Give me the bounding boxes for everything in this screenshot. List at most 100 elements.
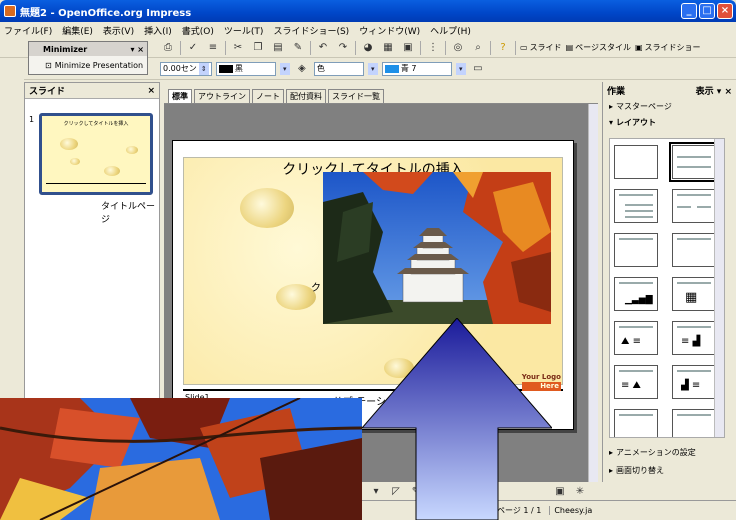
chevron-down-icon[interactable]: ▾ [455, 62, 466, 75]
table-icon[interactable]: ▦ [380, 40, 396, 56]
page-style-icon: ▤ [565, 43, 574, 52]
minimize-icon: ⊡ [45, 60, 52, 70]
slide-body-placeholder[interactable]: ク [311, 279, 321, 294]
fill-bucket-icon[interactable]: ◈ [294, 61, 310, 77]
menu-file[interactable]: ファイル(F) [4, 24, 52, 37]
menu-insert[interactable]: 挿入(I) [144, 24, 172, 37]
slide-thumbnail[interactable]: クリックしてタイトルを挿入 [39, 113, 153, 195]
slide-transition-section[interactable]: ▸ 画面切り替え [609, 462, 729, 478]
layout-text-chart[interactable]: ≡ ▟ [672, 321, 716, 355]
layout-title-only[interactable] [614, 233, 658, 267]
minimizer-title-bar[interactable]: Minimizer ▾ × [29, 42, 147, 56]
toolbar-separator [420, 40, 421, 55]
custom-animation-section[interactable]: ▸ アニメーションの設定 [609, 444, 729, 460]
layout-chart-text[interactable]: ▟ ≡ [672, 365, 716, 399]
menu-tools[interactable]: ツール(T) [224, 24, 264, 37]
layout-centered-text[interactable] [672, 233, 716, 267]
line-color-swatch [218, 64, 233, 73]
gallery-icon[interactable]: ▣ [400, 40, 416, 56]
view-tabs: 標準 アウトライン ノート 配付資料 スライド一覧 [164, 88, 598, 104]
menu-view[interactable]: 表示(V) [103, 24, 134, 37]
chart-icon[interactable]: ◕ [360, 40, 376, 56]
master-pages-section[interactable]: ▸ マスターページ [603, 98, 736, 114]
help-icon[interactable]: ? [495, 40, 511, 56]
line-width-field[interactable]: 0.00セン ⇕ [160, 61, 212, 76]
close-button[interactable]: × [717, 3, 733, 19]
fill-color-value: 青 7 [400, 64, 417, 73]
autospell-icon[interactable]: ≡ [205, 40, 221, 56]
minimize-presentation-button[interactable]: ⊡ Minimize Presentation [29, 56, 147, 74]
slide-transition-label: 画面切り替え [616, 465, 665, 475]
menu-help[interactable]: ヘルプ(H) [430, 24, 471, 37]
layout-list: ▁▃▅▇ ▦ ⛰ ≡ ≡ ▟ ≡ ⛰ ▟ ≡ [609, 138, 725, 438]
grid-icon[interactable]: ⋮ [425, 40, 441, 56]
menu-slideshow[interactable]: スライドショー(S) [273, 24, 349, 37]
glue-points-icon[interactable]: ✳ [572, 483, 588, 499]
toolbar-separator [180, 40, 181, 55]
layout-title-content[interactable] [614, 189, 658, 223]
menu-format[interactable]: 書式(O) [182, 24, 214, 37]
chevron-down-icon[interactable]: ▾ [367, 62, 378, 75]
up-arrow-shape [362, 318, 552, 520]
fill-color-select[interactable]: 青 7 [381, 61, 452, 76]
print-icon[interactable]: ⎙ [160, 40, 176, 56]
cheese-hole [104, 166, 120, 176]
area-style-select[interactable]: 色 [313, 61, 364, 76]
navigator-icon[interactable]: ◎ [450, 40, 466, 56]
slideshow-icon: ▣ [634, 43, 643, 52]
slideshow-button[interactable]: ▣ スライドショー [635, 42, 701, 53]
toolbar-separator [310, 40, 311, 55]
layout-blank[interactable] [614, 145, 658, 179]
workspace-scrollbar[interactable] [588, 104, 598, 482]
layout-two-content[interactable] [672, 189, 716, 223]
tab-outline[interactable]: アウトライン [194, 89, 250, 103]
tab-handout[interactable]: 配付資料 [286, 89, 326, 103]
area-style-value: 色 [316, 64, 325, 73]
copy-icon[interactable]: ❐ [250, 40, 266, 56]
impress-window: 無題2 - OpenOffice.org Impress _ □ × ファイル(… [0, 0, 736, 520]
layout-section[interactable]: ▾ レイアウト [603, 114, 736, 130]
layout-text-clipart[interactable]: ≡ ⛰ [614, 365, 658, 399]
chevron-right-icon: ▸ [609, 101, 614, 111]
thumbnail-footer-line [46, 183, 146, 184]
layout-object[interactable] [614, 409, 658, 437]
slide-button-label: スライド [529, 43, 562, 52]
tab-notes[interactable]: ノート [252, 89, 284, 103]
toolbar-separator [515, 40, 516, 55]
slide-button[interactable]: ▭ スライド [520, 42, 562, 53]
view-menu-button[interactable]: 表示 ▾ × [696, 84, 732, 97]
paste-icon[interactable]: ▤ [270, 40, 286, 56]
custom-animation-label: アニメーションの設定 [616, 447, 696, 457]
tab-normal[interactable]: 標準 [168, 89, 192, 103]
layout-clipart-text[interactable]: ⛰ ≡ [614, 321, 658, 355]
cheese-hole [276, 284, 316, 310]
minimize-button[interactable]: _ [681, 3, 697, 19]
spin-icon: ⇕ [198, 62, 209, 75]
undo-icon[interactable]: ↶ [315, 40, 331, 56]
arrange-icon[interactable]: ▣ [552, 483, 568, 499]
layout-text-object[interactable] [672, 409, 716, 437]
view-menu-label: 表示 [695, 86, 714, 97]
chevron-down-icon[interactable]: ▾ [279, 62, 290, 75]
menu-edit[interactable]: 編集(E) [62, 24, 93, 37]
layout-title-slide[interactable] [669, 142, 719, 182]
redo-icon[interactable]: ↷ [335, 40, 351, 56]
zoom-icon[interactable]: ⌕ [470, 40, 486, 56]
maximize-button[interactable]: □ [699, 3, 715, 19]
layout-scrollbar[interactable] [714, 139, 724, 437]
close-icon[interactable]: ▾ × [130, 45, 144, 54]
format-paintbrush-icon[interactable]: ✎ [290, 40, 306, 56]
cut-icon[interactable]: ✂ [230, 40, 246, 56]
shadow-icon[interactable]: ▭ [470, 61, 486, 77]
title-bar[interactable]: 無題2 - OpenOffice.org Impress _ □ × [0, 0, 736, 22]
close-icon[interactable]: × [147, 86, 155, 96]
page-style-button[interactable]: ▤ ページスタイル [566, 42, 631, 53]
layout-chart[interactable]: ▁▃▅▇ [614, 277, 658, 311]
tab-slide-sorter[interactable]: スライド一覧 [328, 89, 384, 103]
left-strip [0, 58, 24, 400]
line-color-select[interactable]: 黒 [215, 61, 276, 76]
layout-table[interactable]: ▦ [672, 277, 716, 311]
spellcheck-icon[interactable]: ✓ [185, 40, 201, 56]
menu-window[interactable]: ウィンドウ(W) [359, 24, 420, 37]
thumbnail-title: クリックしてタイトルを挿入 [63, 121, 129, 127]
